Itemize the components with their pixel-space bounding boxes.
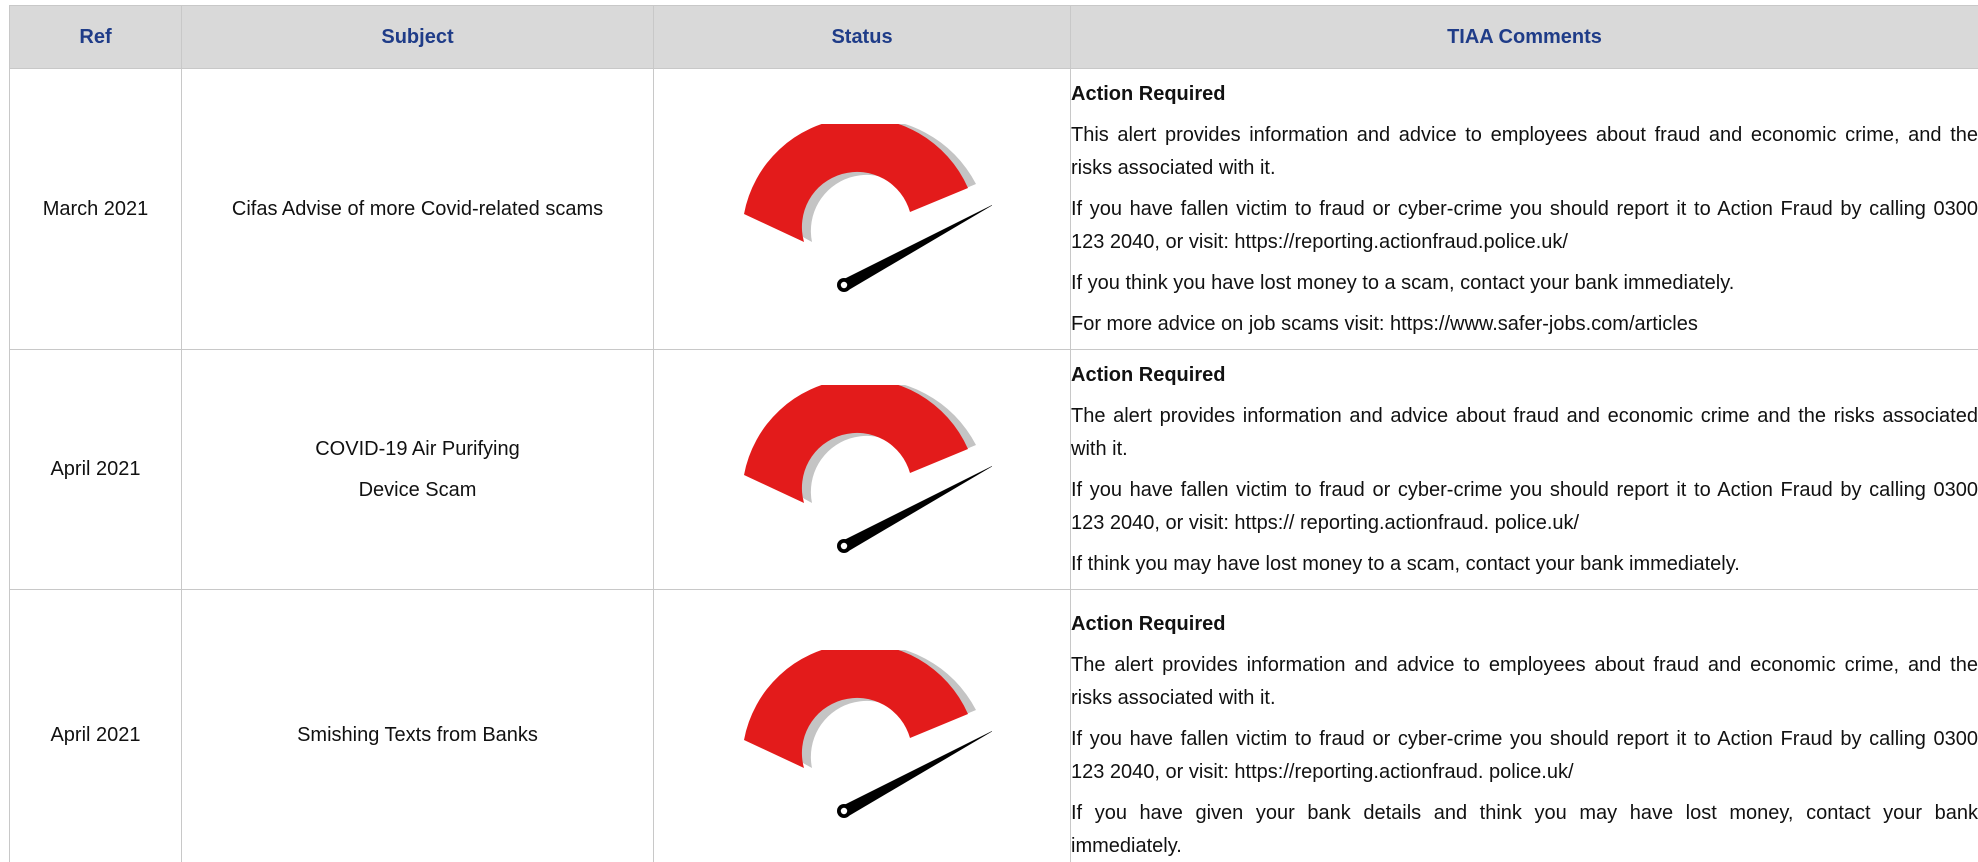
table-row: April 2021 COVID-19 Air Purifying Device… <box>9 349 1978 590</box>
ref-cell: March 2021 <box>9 68 182 350</box>
comment-cell: Action Required The alert provides infor… <box>1070 349 1978 590</box>
gauge-needle <box>842 205 992 291</box>
gauge-needle <box>842 731 992 817</box>
table-row: March 2021 Cifas Advise of more Covid-re… <box>9 68 1978 350</box>
subject-line: COVID-19 Air Purifying <box>315 437 520 460</box>
risk-gauge-icon <box>744 124 992 292</box>
comment-paragraph: If you think you have lost money to a sc… <box>1071 271 1735 294</box>
comment-paragraph: If you have fallen victim to fraud or cy… <box>1071 478 1978 534</box>
comment-cell: Action Required The alert provides infor… <box>1070 589 1978 862</box>
alerts-document: Ref Subject Status TIAA Comments March 2… <box>0 0 1978 862</box>
status-cell <box>653 68 1071 350</box>
header-status: Status <box>653 5 1071 69</box>
comment-paragraph: If you have fallen victim to fraud or cy… <box>1071 727 1978 783</box>
subject-cell: Smishing Texts from Banks <box>181 589 654 862</box>
comment-paragraph: For more advice on job scams visit: http… <box>1071 312 1698 335</box>
comment-heading: Action Required <box>1071 363 1226 386</box>
comment-heading: Action Required <box>1071 612 1226 635</box>
subject-line: Smishing Texts from Banks <box>297 723 538 746</box>
header-comments: TIAA Comments <box>1070 5 1978 69</box>
table-header-row: Ref Subject Status TIAA Comments <box>9 5 1978 69</box>
comment-paragraph: If you have fallen victim to fraud or cy… <box>1071 197 1978 253</box>
comment-paragraph: The alert provides information and advic… <box>1071 404 1978 460</box>
ref-cell: April 2021 <box>9 589 182 862</box>
comment-paragraph: If think you may have lost money to a sc… <box>1071 552 1740 575</box>
comment-heading: Action Required <box>1071 82 1226 105</box>
comment-paragraph: The alert provides information and advic… <box>1071 653 1978 709</box>
comment-paragraph: If you have given your bank details and … <box>1071 801 1978 857</box>
comment-paragraph: This alert provides information and advi… <box>1071 123 1978 179</box>
subject-line: Device Scam <box>358 478 477 501</box>
gauge-needle-hub <box>840 542 848 549</box>
table-row: April 2021 Smishing Texts from Banks Act… <box>9 589 1978 862</box>
gauge-needle <box>842 465 992 552</box>
subject-line: Cifas Advise of more Covid-related scams <box>231 197 604 220</box>
gauge-needle-hub <box>840 807 848 815</box>
risk-gauge-icon <box>744 650 992 818</box>
status-cell <box>653 349 1071 590</box>
ref-cell: April 2021 <box>9 349 182 590</box>
status-cell <box>653 589 1071 862</box>
subject-cell: Cifas Advise of more Covid-related scams <box>181 68 654 350</box>
comment-cell: Action Required This alert provides info… <box>1070 68 1978 350</box>
gauge-needle-hub <box>840 281 848 289</box>
fraud-alerts-table: Ref Subject Status TIAA Comments March 2… <box>9 5 1978 862</box>
risk-gauge-icon <box>744 384 992 553</box>
subject-cell: COVID-19 Air Purifying Device Scam <box>181 349 654 590</box>
header-subject: Subject <box>181 5 654 69</box>
header-ref: Ref <box>9 5 182 69</box>
